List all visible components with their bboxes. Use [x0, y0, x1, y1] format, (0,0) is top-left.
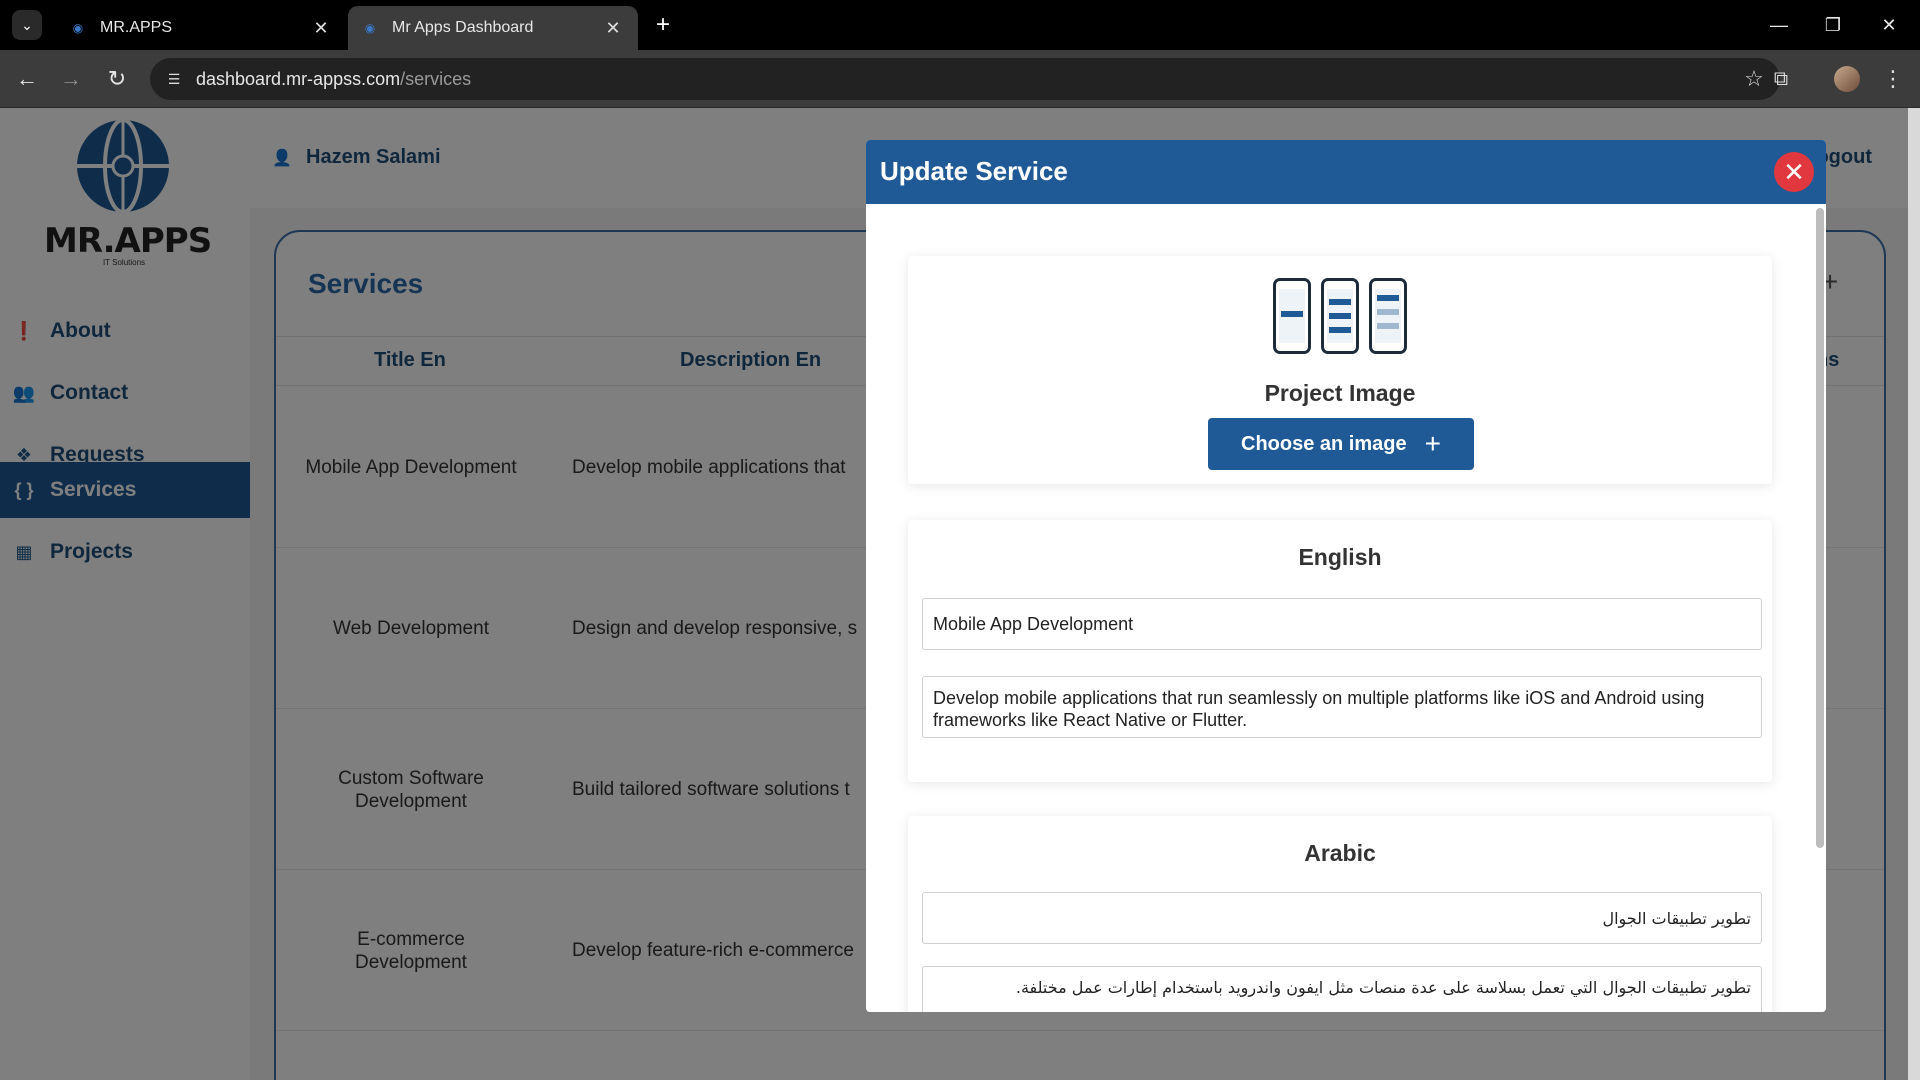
close-modal-button[interactable]: ✕ — [1774, 152, 1814, 192]
browser-tab-bar: ⌄ ◉ MR.APPS ✕ ◉ Mr Apps Dashboard ✕ + — … — [0, 0, 1920, 50]
project-image-preview — [1248, 268, 1432, 376]
image-panel: Project Image Choose an image + — [908, 256, 1772, 484]
url-path: /services — [400, 68, 472, 89]
modal-scrollbar[interactable] — [1816, 208, 1824, 848]
forward-icon[interactable]: → — [58, 66, 84, 92]
extensions-icon[interactable]: ⧉ — [1768, 66, 1794, 92]
browser-tab-mrapps[interactable]: ◉ MR.APPS ✕ — [56, 6, 346, 50]
english-heading: English — [1298, 544, 1382, 570]
dashboard-page: MR.APPS IT Solutions ❗ About 👥 Contact ❖… — [0, 108, 1920, 1080]
browser-tab-dashboard[interactable]: ◉ Mr Apps Dashboard ✕ — [348, 6, 638, 50]
url-host: dashboard.mr-appss.com — [196, 68, 401, 89]
modal-header: Update Service ✕ — [866, 140, 1826, 204]
tab-title: Mr Apps Dashboard — [392, 19, 534, 36]
arabic-description-textarea[interactable]: تطوير تطبيقات الجوال التي تعمل بسلاسة عل… — [922, 966, 1762, 1012]
address-bar[interactable]: ☰ dashboard.mr-appss.com/services ☆ — [150, 58, 1780, 100]
choose-image-button[interactable]: Choose an image + — [1208, 418, 1474, 470]
choose-image-label: Choose an image — [1241, 432, 1407, 455]
bookmark-star-icon[interactable]: ☆ — [1742, 66, 1766, 91]
close-window-icon[interactable]: ✕ — [1876, 12, 1902, 38]
arabic-heading: Arabic — [1304, 840, 1376, 866]
plus-icon: + — [1424, 428, 1441, 459]
site-favicon-icon: ◉ — [364, 21, 376, 35]
restore-window-icon[interactable]: ❐ — [1820, 12, 1846, 38]
browser-toolbar: ← → ↻ ☰ dashboard.mr-appss.com/services … — [0, 50, 1920, 108]
arabic-title-input[interactable]: تطوير تطبيقات الجوال — [922, 892, 1762, 944]
tab-title: MR.APPS — [100, 19, 173, 36]
minimize-window-icon[interactable]: — — [1766, 12, 1792, 38]
tab-search-button[interactable]: ⌄ — [12, 10, 42, 40]
modal-title: Update Service — [880, 156, 1068, 186]
phone-mockup-icon — [1321, 278, 1359, 354]
profile-avatar[interactable] — [1834, 66, 1860, 92]
site-info-icon[interactable]: ☰ — [164, 69, 184, 89]
project-image-label: Project Image — [1264, 380, 1416, 406]
new-tab-button[interactable]: + — [650, 11, 676, 38]
back-icon[interactable]: ← — [14, 66, 40, 92]
close-tab-icon[interactable]: ✕ — [602, 17, 624, 39]
english-panel: English Mobile App Development Develop m… — [908, 520, 1772, 782]
site-favicon-icon: ◉ — [72, 21, 84, 35]
modal-body: Project Image Choose an image + English … — [866, 204, 1826, 1012]
page-scrollbar[interactable] — [1908, 108, 1920, 1080]
browser-menu-icon[interactable]: ⋮ — [1880, 66, 1906, 92]
english-title-input[interactable]: Mobile App Development — [922, 598, 1762, 650]
reload-icon[interactable]: ↻ — [104, 66, 130, 92]
arabic-panel: Arabic تطوير تطبيقات الجوال تطوير تطبيقا… — [908, 816, 1772, 1012]
phone-mockup-icon — [1273, 278, 1311, 354]
close-tab-icon[interactable]: ✕ — [310, 17, 332, 39]
phone-mockup-icon — [1369, 278, 1407, 354]
english-description-textarea[interactable]: Develop mobile applications that run sea… — [922, 676, 1762, 738]
update-service-modal: Update Service ✕ Project Image Choose an… — [866, 140, 1826, 1012]
